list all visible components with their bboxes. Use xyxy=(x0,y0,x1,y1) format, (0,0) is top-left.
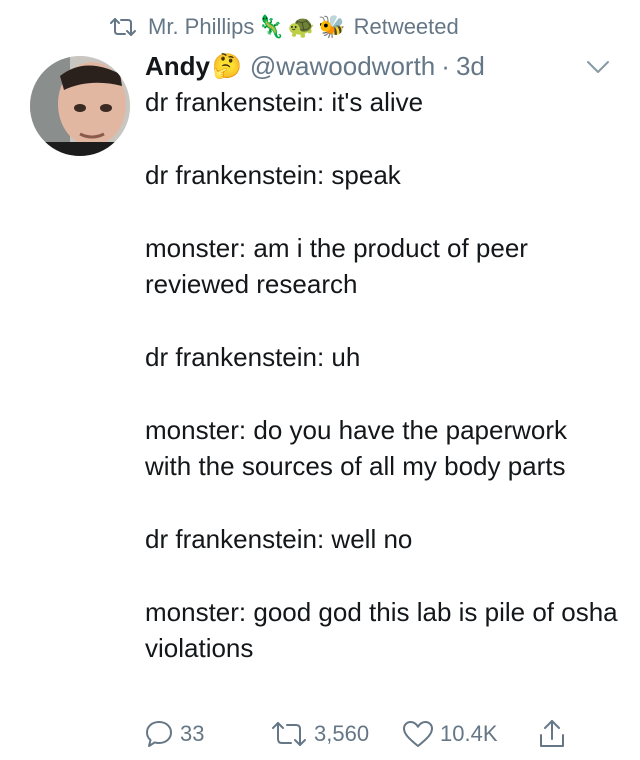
retweeter-emoji-lizard: 🦎 xyxy=(257,14,285,39)
like-button[interactable]: 10.4K xyxy=(402,714,498,754)
author-emoji: 🤔 xyxy=(212,52,242,80)
reply-count: 33 xyxy=(180,721,205,746)
share-icon xyxy=(538,718,566,750)
tweet-paragraph: dr frankenstein: speak xyxy=(145,160,401,190)
avatar-photo xyxy=(30,56,130,156)
retweet-icon xyxy=(108,16,138,38)
tweet-header: Andy 🤔 @wawoodworth · 3d xyxy=(145,46,485,86)
tweet-paragraph: monster: good god this lab is pile of os… xyxy=(145,597,618,663)
tweet-paragraph: monster: am i the product of peer review… xyxy=(145,233,528,299)
author-name[interactable]: Andy xyxy=(145,51,210,82)
tweet-text: dr frankenstein: it's alive dr frankenst… xyxy=(145,84,620,703)
author-handle[interactable]: @wawoodworth xyxy=(250,51,435,82)
retweeter-name[interactable]: Mr. Phillips xyxy=(148,14,254,40)
like-count: 10.4K xyxy=(440,721,498,746)
retweet-icon xyxy=(270,720,308,748)
retweeter-emoji-bee: 🐝 xyxy=(318,14,346,39)
reply-button[interactable]: 33 xyxy=(144,714,204,754)
retweeted-label: Retweeted xyxy=(353,14,459,39)
share-button[interactable] xyxy=(538,714,566,754)
tweet-age[interactable]: 3d xyxy=(456,51,485,82)
tweet-actions: 33 3,560 10.4K xyxy=(140,714,620,754)
avatar[interactable] xyxy=(30,56,130,156)
retweet-count: 3,560 xyxy=(314,721,370,746)
heart-icon xyxy=(402,720,434,748)
retweet-context[interactable]: Mr. Phillips 🦎 🐢 🐝 Retweeted xyxy=(108,10,459,44)
retweet-button[interactable]: 3,560 xyxy=(270,714,369,754)
chevron-down-icon[interactable] xyxy=(586,58,610,76)
reply-icon xyxy=(144,719,174,749)
tweet-paragraph: dr frankenstein: it's alive xyxy=(145,87,424,117)
tweet-paragraph: dr frankenstein: uh xyxy=(145,342,361,372)
retweeter-emoji-turtle: 🐢 xyxy=(287,14,316,39)
tweet-paragraph: dr frankenstein: well no xyxy=(145,524,413,554)
separator-dot: · xyxy=(441,50,450,81)
tweet-paragraph: monster: do you have the paperwork with … xyxy=(145,415,568,481)
